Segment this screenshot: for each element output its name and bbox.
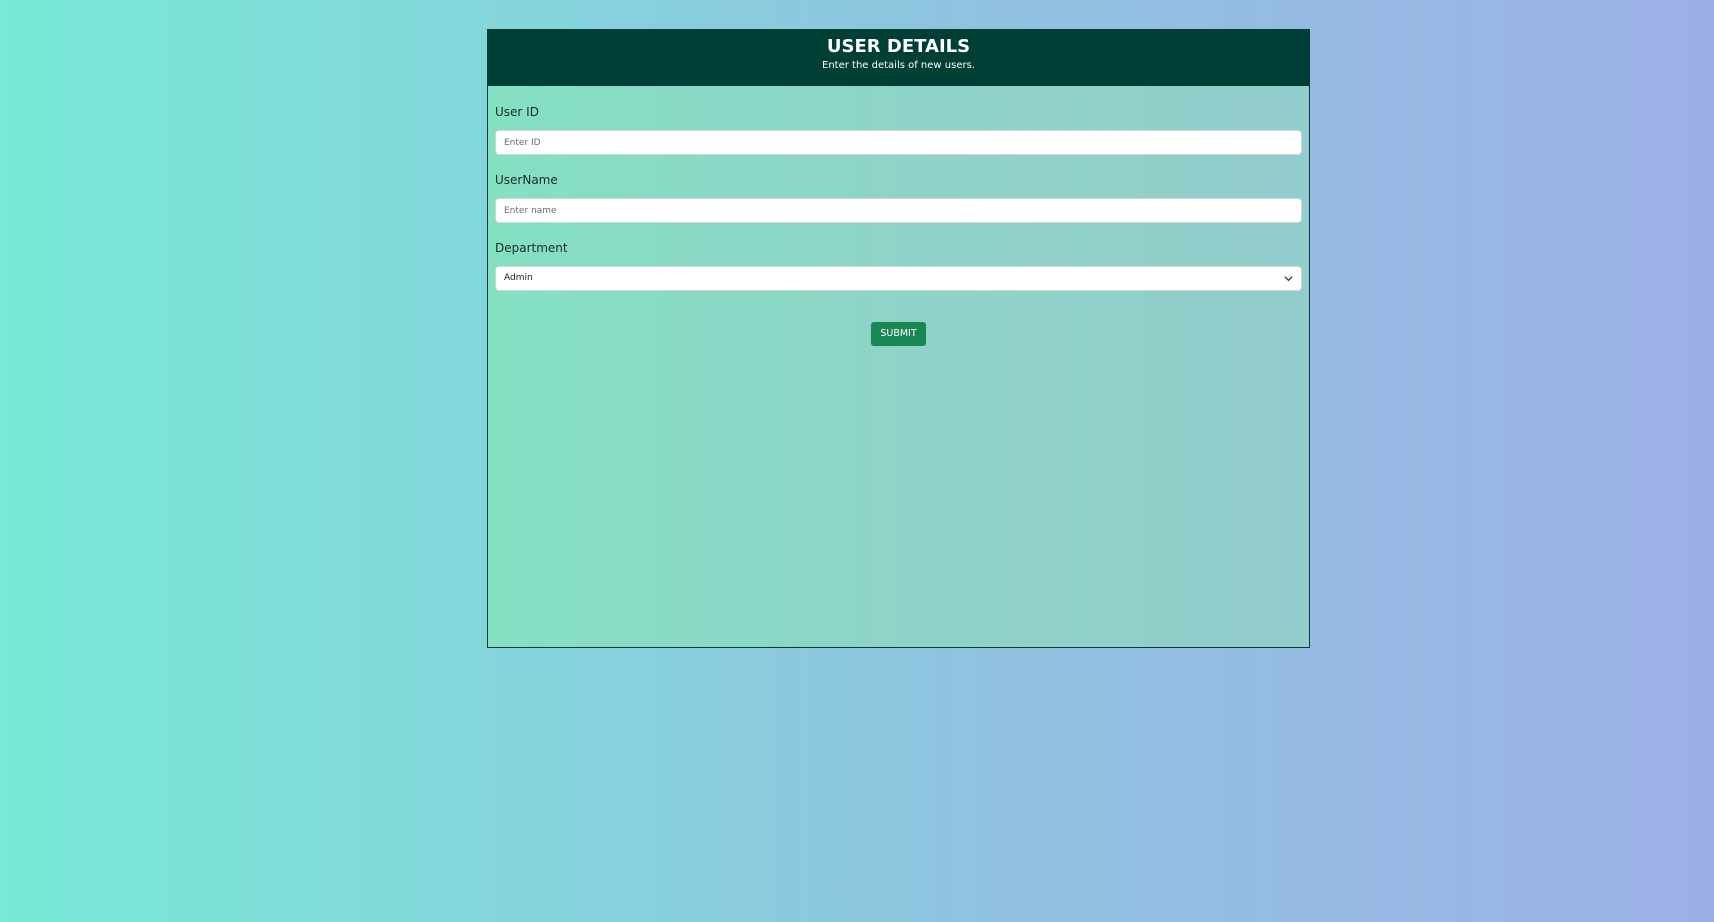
user-details-card: USER DETAILS Enter the details of new us…: [487, 29, 1310, 648]
user-form: User ID UserName Department Admin SUBMIT: [488, 86, 1309, 346]
page-title: USER DETAILS: [826, 36, 971, 57]
submit-row: SUBMIT: [495, 321, 1302, 346]
department-select[interactable]: Admin: [495, 266, 1302, 291]
department-label: Department: [495, 241, 568, 255]
chevron-down-icon: [1284, 276, 1293, 282]
user-id-label: User ID: [495, 105, 539, 119]
username-input[interactable]: [495, 198, 1302, 223]
submit-button[interactable]: SUBMIT: [871, 322, 926, 346]
page-subtitle: Enter the details of new users.: [822, 60, 975, 71]
card-header: USER DETAILS Enter the details of new us…: [488, 30, 1309, 86]
user-id-input[interactable]: [495, 130, 1302, 155]
department-selected-value: Admin: [504, 273, 533, 283]
username-label: UserName: [495, 173, 558, 187]
